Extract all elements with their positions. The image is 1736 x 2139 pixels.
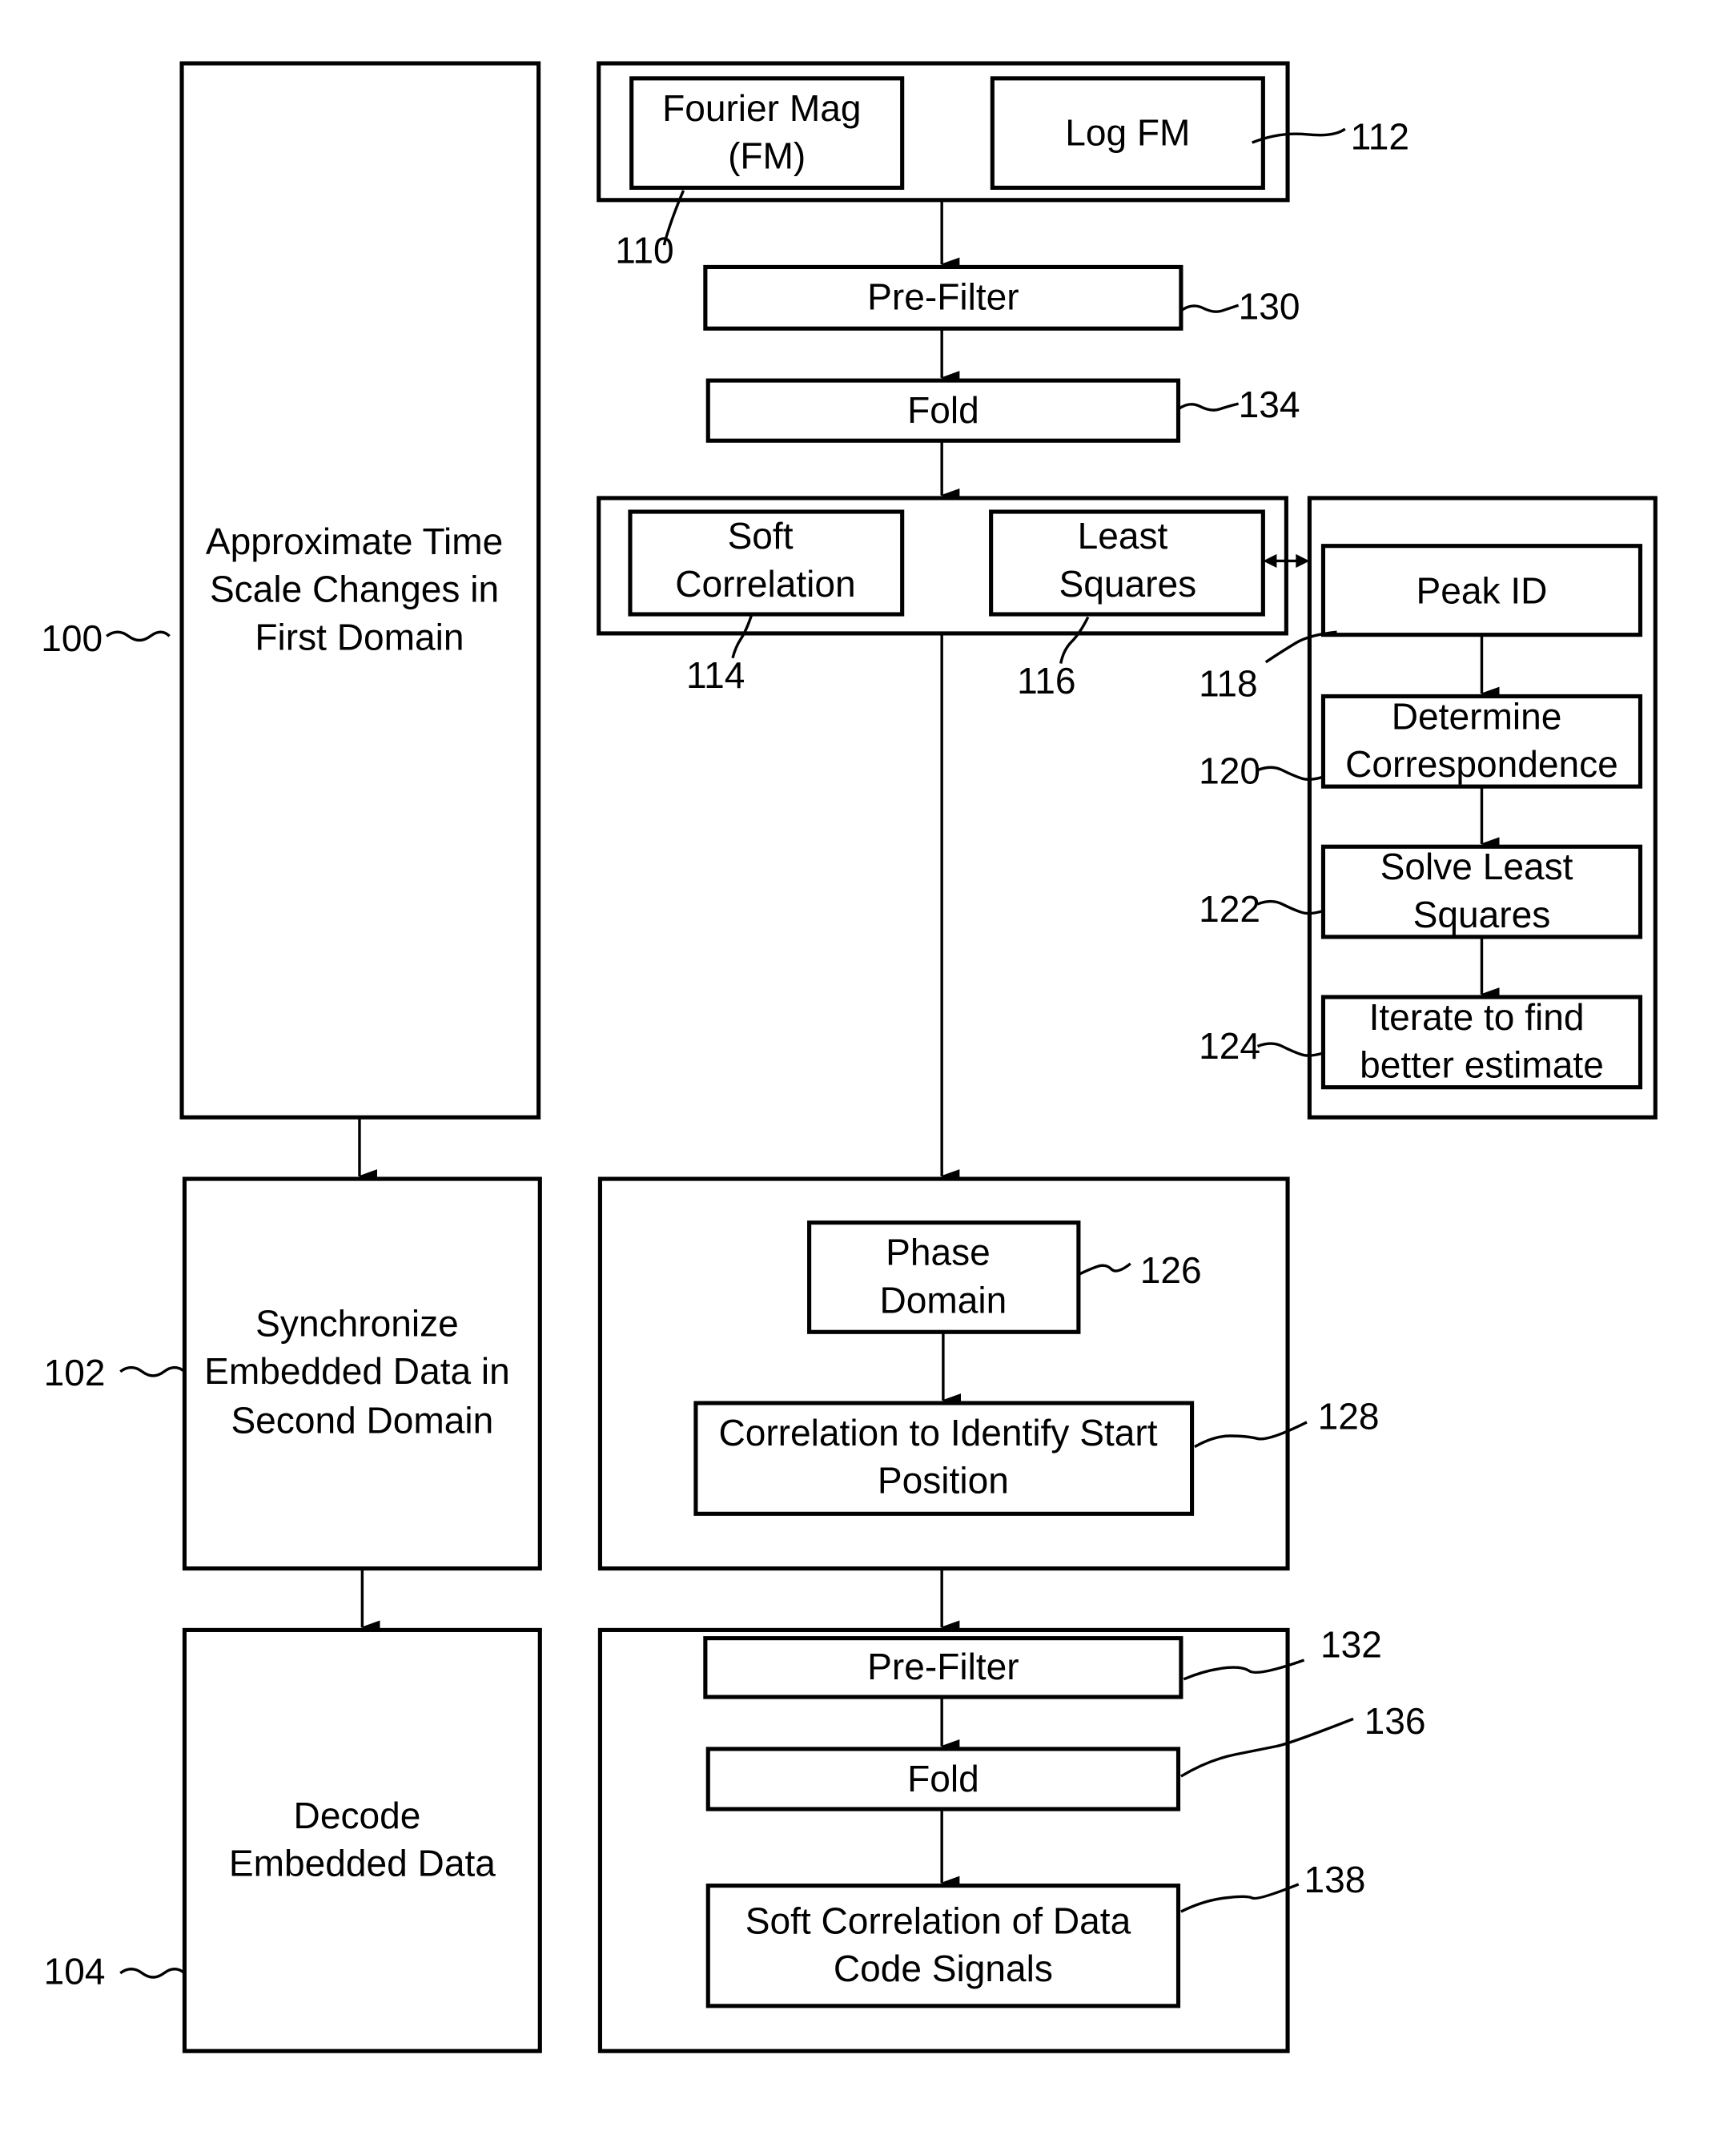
- ref-122: 122: [1199, 888, 1260, 930]
- leader-100: [106, 630, 171, 642]
- ref-130: 130: [1239, 285, 1300, 327]
- step-100: Approximate Time Scale Changes in First …: [41, 61, 541, 1120]
- block-136-label: Fold: [907, 1758, 979, 1799]
- block-130-label: Pre-Filter: [867, 275, 1019, 317]
- block-134-label: Fold: [907, 389, 979, 431]
- ref-126: 126: [1140, 1249, 1202, 1291]
- leader-102: [119, 1365, 186, 1377]
- group-decode: Pre-Filter 132 Fold 136 Soft Correlation…: [597, 1624, 1426, 2053]
- ref-136: 136: [1364, 1700, 1426, 1742]
- ref-100: 100: [41, 617, 102, 659]
- ref-134: 134: [1239, 384, 1300, 425]
- ref-124: 124: [1199, 1025, 1260, 1067]
- leader-104: [119, 1968, 186, 1979]
- leader-130: [1179, 304, 1240, 313]
- block-134: Fold 134: [705, 378, 1300, 443]
- leader-134: [1177, 402, 1240, 412]
- ref-114: 114: [686, 654, 745, 696]
- group-fm: Fourier Mag (FM) Log FM 112 110: [597, 61, 1409, 271]
- group-phase: Phase Domain 126 Correlation to Identify…: [597, 1176, 1380, 1571]
- ref-118: 118: [1199, 662, 1257, 704]
- block-112-label: Log FM: [1065, 112, 1190, 154]
- step-104-box: [182, 1627, 542, 2053]
- block-130: Pre-Filter 130: [703, 264, 1300, 331]
- step-104: Decode Embedded Data 104: [44, 1627, 542, 2053]
- ref-120: 120: [1199, 750, 1260, 792]
- ref-112: 112: [1351, 116, 1409, 158]
- arrow-right-head: [1296, 553, 1310, 568]
- block-132-label: Pre-Filter: [867, 1646, 1019, 1687]
- ref-138: 138: [1304, 1859, 1366, 1900]
- ref-110: 110: [615, 229, 673, 271]
- step-102: Synchronize Embedded Data in Second Doma…: [44, 1176, 542, 1571]
- flow-diagram: Approximate Time Scale Changes in First …: [41, 61, 1658, 2053]
- ref-104: 104: [44, 1951, 106, 1992]
- ref-102: 102: [44, 1352, 106, 1393]
- block-118-label: Peak ID: [1417, 569, 1548, 611]
- ref-128: 128: [1318, 1395, 1380, 1437]
- ref-116: 116: [1017, 660, 1075, 702]
- ref-132: 132: [1320, 1624, 1382, 1666]
